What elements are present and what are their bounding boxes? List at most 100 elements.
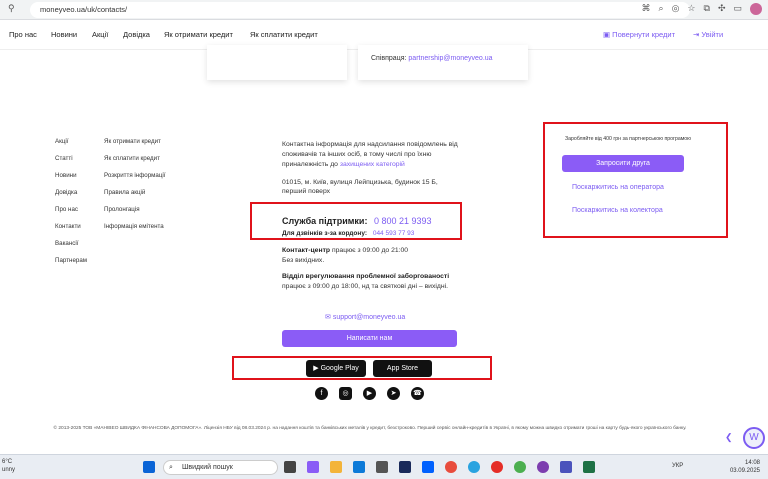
support-phone-line: Служба підтримки: 0 800 21 9393 [282, 216, 432, 226]
windows-taskbar: 6°C unny ⌕ Швидкий пошук УКР 14:08 03.09… [0, 454, 768, 479]
instagram-icon[interactable]: ◎ [339, 387, 352, 400]
puzzle-icon[interactable]: ✣ [718, 3, 726, 15]
excel-icon[interactable] [583, 461, 595, 473]
abroad-label: Для дзвінків з-за кордону: [282, 230, 368, 237]
clock-date: 03.09.2025 [729, 468, 760, 475]
footer-link-disclosure[interactable]: Розкриття інформації [104, 172, 166, 189]
contact-card-right [358, 45, 528, 80]
nav-item-about[interactable]: Про нас [9, 30, 37, 39]
support-email-link[interactable]: ✉ support@moneyveo.ua [325, 313, 405, 321]
sidebar-icon[interactable]: ▭ [733, 3, 742, 15]
clock-time: 14:08 [744, 460, 760, 466]
copilot-icon[interactable] [307, 461, 319, 473]
translate-icon[interactable]: ⌘ [642, 3, 651, 15]
store-icon[interactable] [376, 461, 388, 473]
input-language[interactable]: УКР [672, 463, 683, 469]
utorrent-icon[interactable] [514, 461, 526, 473]
app-store-label: App Store [386, 365, 419, 372]
support-email-text: support@moneyveo.ua [332, 314, 406, 321]
file-explorer-icon[interactable] [330, 461, 342, 473]
google-play-label: Google Play [320, 365, 359, 372]
nav-item-get-credit[interactable]: Як отримати кредит [164, 30, 233, 39]
referral-text: Заробляйте від 400 грн за партнерською п… [565, 136, 692, 142]
nav-item-pay-credit[interactable]: Як сплатити кредит [250, 30, 318, 39]
footer-link-partners[interactable]: Партнерам [55, 257, 87, 274]
windows-start-icon[interactable] [143, 461, 155, 473]
footer-link-issuer-info[interactable]: Інформація емітента [104, 223, 166, 240]
dropbox-icon[interactable] [422, 461, 434, 473]
viber-icon[interactable] [537, 461, 549, 473]
zoom-icon[interactable]: ⌕ [659, 3, 664, 15]
opera-icon[interactable] [491, 461, 503, 473]
support-label: Служба підтримки: [282, 216, 368, 226]
phone-icon[interactable]: ☎ [411, 387, 424, 400]
youtube-icon[interactable]: ▶ [363, 387, 376, 400]
contact-info: Контактна інформація для надсилання пові… [282, 140, 462, 197]
contact-center-label: Контакт-центр [282, 247, 331, 254]
taskbar-search-input[interactable]: ⌕ Швидкий пошук [163, 460, 278, 475]
search-placeholder: Швидкий пошук [182, 464, 233, 471]
telegram-taskbar-icon[interactable] [468, 461, 480, 473]
footer-link-about[interactable]: Про нас [55, 206, 87, 223]
footer-links-col2: Як отримати кредит Як сплатити кредит Ро… [104, 138, 166, 240]
abroad-phone-link[interactable]: 044 593 77 93 [373, 230, 415, 237]
extension-icon[interactable]: ⧉ [704, 3, 710, 15]
app-store-button[interactable]: App Store [373, 360, 432, 377]
contact-address: 01015, м. Київ, вулиця Лейпцизька, будин… [282, 178, 438, 196]
complain-collector-link[interactable]: Поскаржитись на колектора [572, 207, 663, 214]
star-icon[interactable]: ☆ [687, 3, 695, 15]
partner-contact: Співпраця: partnership@moneyveo.ua [371, 55, 493, 62]
partner-label: Співпраця: [371, 55, 407, 62]
app-l-icon[interactable] [399, 461, 411, 473]
abroad-phone-line: Для дзвінків з-за кордону: 044 593 77 93 [282, 230, 414, 237]
footer-links-col1: Акції Статті Новини Довідка Про нас Конт… [55, 138, 87, 274]
complain-operator-link[interactable]: Поскаржитись на оператора [572, 184, 664, 191]
nav-item-promotions[interactable]: Акції [92, 30, 108, 39]
search-icon: ⌕ [169, 464, 173, 471]
footer-link-prolongation[interactable]: Пролонгація [104, 206, 166, 223]
nav-item-news[interactable]: Новини [51, 30, 77, 39]
protected-categories-link[interactable]: захищених категорій [340, 161, 405, 168]
contact-center-hours: Контакт-центр працює з 09:00 до 21:00 [282, 246, 457, 256]
contact-card-left [207, 45, 347, 80]
footer-link-promotions[interactable]: Акції [55, 138, 87, 155]
return-credit-label: Повернути кредит [612, 30, 676, 39]
footer-link-vacancies[interactable]: Вакансії [55, 240, 87, 257]
write-us-button[interactable]: Написати нам [282, 330, 457, 347]
login-link[interactable]: ⇥ Увійти [693, 30, 723, 39]
footer-link-help[interactable]: Довідка [55, 189, 87, 206]
footer-link-promo-rules[interactable]: Правила акцій [104, 189, 166, 206]
partner-email-link[interactable]: partnership@moneyveo.ua [408, 55, 492, 62]
eye-off-icon[interactable]: ◎ [672, 3, 680, 15]
system-clock[interactable]: 14:08 03.09.2025 [730, 459, 760, 476]
footer-link-articles[interactable]: Статті [55, 155, 87, 172]
chrome-icon[interactable] [445, 461, 457, 473]
footer-link-pay-credit[interactable]: Як сплатити кредит [104, 155, 166, 172]
invite-friend-button[interactable]: Запросити друга [562, 155, 684, 172]
weather-widget[interactable]: 6°C unny [2, 459, 15, 475]
legal-text: © 2013-2025 ТОВ «МАНІВЕО ШВИДКА ФІНАНСОВ… [53, 426, 687, 431]
weather-temp: 6°C [2, 459, 13, 465]
avatar[interactable] [750, 3, 762, 15]
weather-desc: unny [2, 466, 16, 473]
edge-icon[interactable] [353, 461, 365, 473]
google-play-button[interactable]: ▶ Google Play [306, 360, 366, 377]
support-phone-link[interactable]: 0 800 21 9393 [374, 216, 432, 226]
teams-icon[interactable] [560, 461, 572, 473]
return-credit-link[interactable]: ▣ Повернути кредит [603, 30, 675, 39]
footer-link-news[interactable]: Новини [55, 172, 87, 189]
footer-link-get-credit[interactable]: Як отримати кредит [104, 138, 166, 155]
nav-item-help[interactable]: Довідка [123, 30, 150, 39]
chat-widget-button[interactable]: W [743, 427, 765, 449]
site-info-icon[interactable]: ⚲ [8, 3, 15, 14]
dept-hours: Відділ врегулювання проблемної заборгова… [282, 272, 457, 292]
working-hours: Контакт-центр працює з 09:00 до 21:00 Бе… [282, 246, 457, 291]
url-field[interactable]: moneyveo.ua/uk/contacts/ [30, 2, 690, 18]
dept-label: Відділ врегулювання проблемної заборгова… [282, 272, 450, 280]
telegram-icon[interactable]: ➤ [387, 387, 400, 400]
task-view-icon[interactable] [284, 461, 296, 473]
chevron-left-icon[interactable]: ❮ [725, 432, 733, 443]
footer-link-contacts[interactable]: Контакти [55, 223, 87, 240]
browser-address-bar: ⚲ moneyveo.ua/uk/contacts/ ⌘ ⌕ ◎ ☆ ⧉ ✣ ▭ [0, 0, 768, 20]
facebook-icon[interactable]: f [315, 387, 328, 400]
